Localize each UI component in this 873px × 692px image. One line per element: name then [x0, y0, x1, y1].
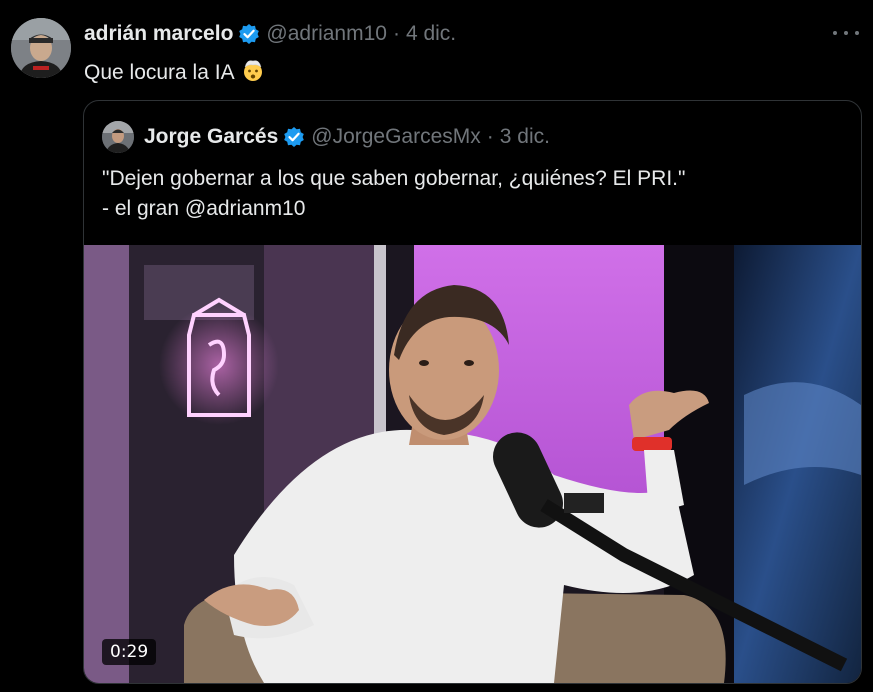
quoted-tweet-text: "Dejen gobernar a los que saben gobernar…: [102, 167, 686, 220]
separator-dot: ·: [392, 22, 400, 45]
tweet-text: Que locura la IA: [84, 58, 265, 88]
video-duration-badge: 0:29: [102, 639, 157, 665]
tweet-text-content: Que locura la IA: [84, 61, 234, 84]
verified-badge-icon: [238, 23, 260, 45]
author-avatar[interactable]: [11, 18, 71, 78]
quoted-author-name[interactable]: Jorge Garcés: [144, 125, 278, 149]
more-options-icon[interactable]: [833, 26, 859, 40]
quoted-author-avatar[interactable]: [102, 121, 134, 153]
author-name[interactable]: adrián marcelo: [84, 22, 233, 46]
tweet-timestamp[interactable]: 4 dic.: [406, 22, 456, 46]
tweet-header: adrián marcelo @adrianm10 · 4 dic.: [84, 20, 456, 48]
video-player[interactable]: 0:29: [84, 245, 861, 683]
video-thumbnail: [84, 245, 861, 683]
quoted-verified-badge-icon: [283, 126, 305, 148]
quoted-tweet-card[interactable]: Jorge Garcés @JorgeGarcesMx · 3 dic. "De…: [83, 100, 862, 684]
author-handle[interactable]: @adrianm10: [266, 22, 387, 46]
quoted-tweet-header: Jorge Garcés @JorgeGarcesMx · 3 dic.: [102, 121, 550, 153]
quoted-separator-dot: ·: [486, 125, 494, 148]
exploding-head-emoji-icon: [241, 58, 265, 88]
quoted-tweet-timestamp[interactable]: 3 dic.: [500, 125, 550, 149]
quoted-author-handle[interactable]: @JorgeGarcesMx: [311, 125, 481, 149]
